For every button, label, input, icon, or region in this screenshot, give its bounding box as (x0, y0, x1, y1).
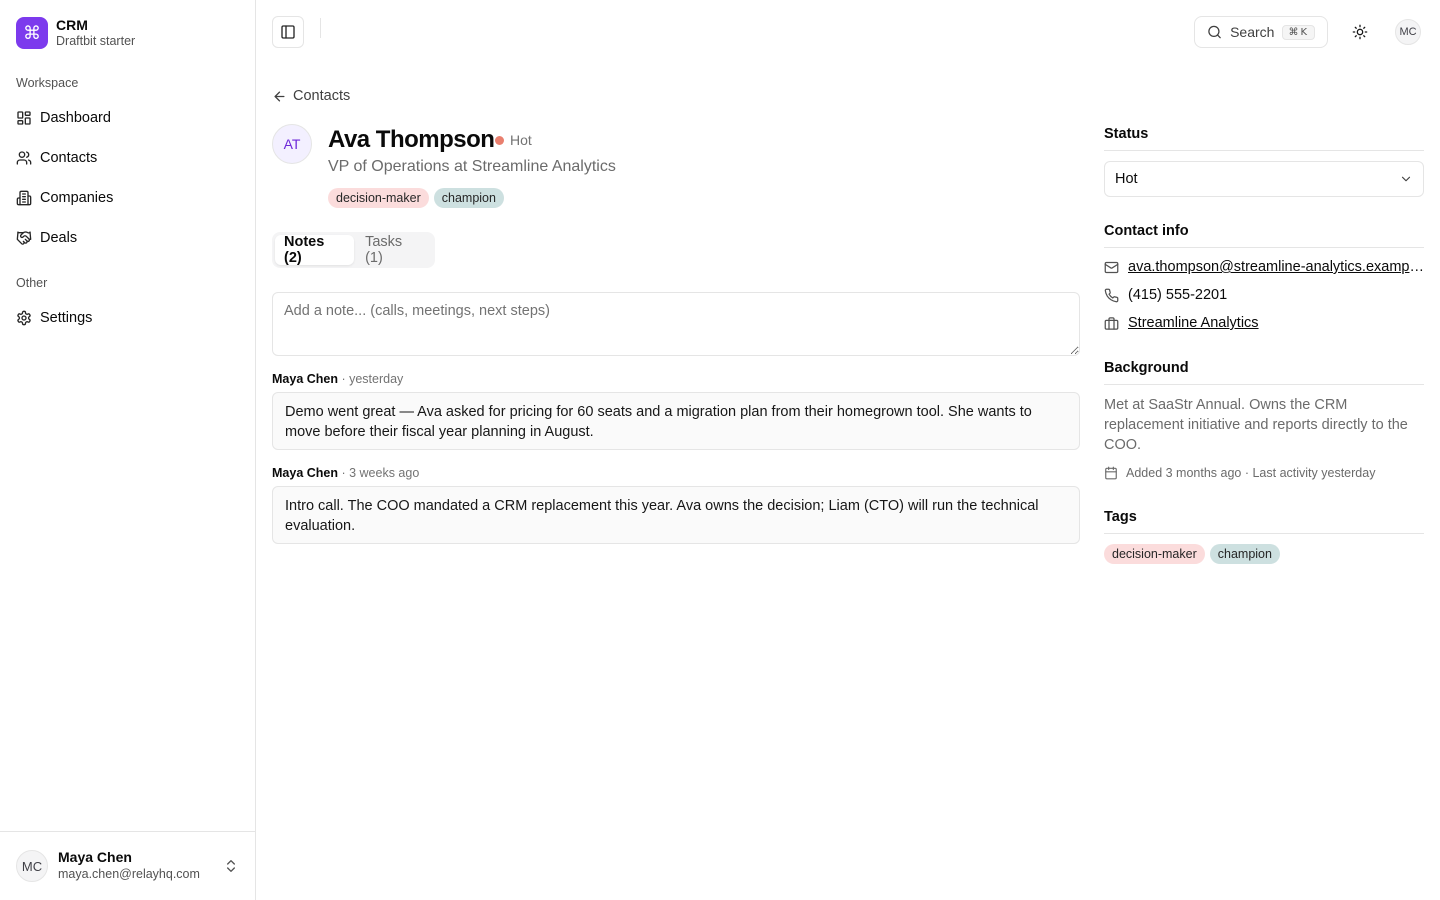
toggle-sidebar-button[interactable] (272, 16, 304, 48)
brand-name: CRM (56, 16, 88, 33)
briefcase-icon (1104, 316, 1119, 330)
section-label-other: Other (16, 276, 48, 290)
sidebar: ⌘ CRM Draftbit starter Workspace Dashboa… (0, 0, 256, 900)
status-dot (495, 135, 504, 145)
phone-row: (415) 555-2201 (1104, 287, 1424, 303)
sun-icon (1352, 24, 1368, 40)
handshake-icon (16, 231, 32, 245)
contact-tags: decision-maker champion (328, 188, 504, 208)
tag-badge: champion (1209, 544, 1280, 564)
tag-badge: decision-maker (1104, 544, 1205, 564)
note-input[interactable] (272, 292, 1080, 356)
status-select-value: Hot (1115, 171, 1138, 187)
sidebar-item-label: Deals (40, 230, 78, 246)
note-card: Demo went great — Ava asked for pricing … (272, 392, 1080, 450)
search-label: Search (1230, 24, 1275, 40)
theme-toggle-button[interactable] (1346, 18, 1374, 46)
company-row: Streamline Analytics (1104, 315, 1424, 331)
panel-left-icon (281, 25, 295, 39)
gear-icon (17, 310, 31, 326)
brand-subtitle: Draftbit starter (56, 33, 136, 48)
tag-badge: decision-maker (328, 188, 429, 208)
note-author: Maya Chen (272, 466, 338, 480)
user-email: maya.chen@relayhq.com (58, 867, 200, 881)
note-time: · 3 weeks ago (338, 466, 420, 480)
contact-job-title: VP of Operations at Streamline Analytics (328, 158, 616, 175)
note-meta: Maya Chen · yesterday (272, 372, 403, 386)
back-label: Contacts (293, 88, 351, 104)
panel-tags: decision-maker champion (1104, 544, 1280, 564)
search-shortcut: ⌘K (1282, 24, 1315, 40)
phone-icon (1104, 288, 1119, 302)
command-icon: ⌘ (16, 17, 48, 49)
chevrons-up-down-icon (227, 860, 235, 872)
status-badge: Hot (495, 132, 532, 148)
sidebar-item-label: Dashboard (40, 110, 111, 126)
avatar[interactable]: MC (1395, 19, 1421, 45)
sidebar-item-contacts[interactable]: Contacts (8, 142, 248, 174)
avatar: MC (16, 850, 48, 882)
sidebar-item-settings[interactable]: Settings (8, 302, 248, 334)
company-link[interactable]: Streamline Analytics (1128, 315, 1259, 331)
background-heading: Background (1104, 360, 1424, 385)
email-link[interactable]: ava.thompson@streamline-analytics.exampl… (1128, 259, 1424, 275)
sidebar-item-label: Companies (40, 190, 114, 206)
activity-row: Added 3 months ago · Last activity yeste… (1104, 466, 1375, 480)
chevron-down-icon (1401, 176, 1411, 182)
sidebar-item-label: Settings (40, 310, 93, 326)
page-title: Ava Thompson (328, 126, 495, 153)
sidebar-item-deals[interactable]: Deals (8, 222, 248, 254)
note-time: · yesterday (338, 372, 404, 386)
calendar-icon (1105, 466, 1117, 480)
contact-avatar: AT (272, 124, 312, 164)
user-info: Maya Chen maya.chen@relayhq.com (58, 849, 200, 883)
user-menu[interactable]: MC Maya Chen maya.chen@relayhq.com (0, 831, 255, 900)
sidebar-item-dashboard[interactable]: Dashboard (8, 102, 248, 134)
search-button[interactable]: Search ⌘K (1194, 16, 1328, 48)
arrow-left-icon (274, 91, 285, 101)
mail-icon (1104, 261, 1119, 273)
note-author: Maya Chen (272, 372, 338, 386)
brand[interactable]: ⌘ CRM Draftbit starter (16, 16, 135, 50)
section-label-workspace: Workspace (16, 76, 79, 90)
contact-info-heading: Contact info (1104, 223, 1424, 248)
sidebar-item-companies[interactable]: Companies (8, 182, 248, 214)
status-heading: Status (1104, 126, 1424, 151)
tabs: Notes (2) Tasks (1) (272, 232, 435, 268)
background-text: Met at SaaStr Annual. Owns the CRM repla… (1104, 397, 1408, 453)
back-to-contacts-link[interactable]: Contacts (272, 88, 350, 104)
tab-notes[interactable]: Notes (2) (275, 234, 355, 266)
activity-text: Added 3 months ago · Last activity yeste… (1126, 466, 1376, 480)
topbar-divider (320, 18, 321, 38)
status-select[interactable]: Hot (1104, 161, 1424, 197)
tags-heading: Tags (1104, 509, 1424, 534)
user-name: Maya Chen (58, 849, 132, 865)
sidebar-item-label: Contacts (40, 150, 98, 166)
tab-tasks[interactable]: Tasks (1) (356, 234, 432, 266)
dashboard-icon (17, 111, 31, 125)
phone-value: (415) 555-2201 (1128, 287, 1228, 303)
status-label: Hot (510, 132, 532, 148)
email-row: ava.thompson@streamline-analytics.exampl… (1104, 259, 1424, 275)
search-icon (1208, 25, 1221, 39)
users-icon (16, 151, 32, 165)
brand-text: CRM Draftbit starter (56, 17, 135, 50)
tag-badge: champion (433, 188, 504, 208)
note-meta: Maya Chen · 3 weeks ago (272, 466, 419, 480)
building-icon (16, 190, 32, 206)
note-card: Intro call. The COO mandated a CRM repla… (272, 486, 1080, 544)
